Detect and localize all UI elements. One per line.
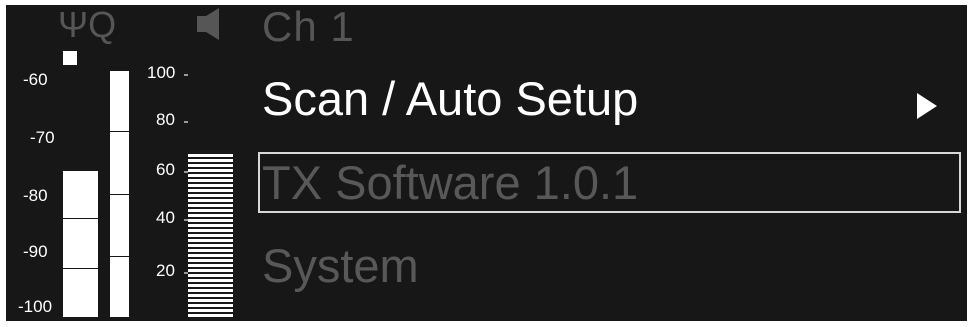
- peak-indicator: [63, 51, 77, 65]
- antenna-icon: ΨQ: [58, 5, 117, 45]
- menu-item-tx-software[interactable]: TX Software 1.0.1: [262, 155, 638, 211]
- rf-level-gauge: [188, 154, 233, 317]
- af-level-bar: [63, 171, 98, 317]
- status-bar: ΨQ Ch 1: [6, 5, 967, 57]
- rf-scale-label: 100: [147, 63, 176, 82]
- speaker-mute-icon: [197, 8, 219, 40]
- rf-scale-label: 60: [156, 160, 175, 179]
- device-display: ΨQ Ch 1 -60 -70 -80 -90 -100 100 80 60 4…: [6, 5, 967, 321]
- af-scale-label: -60: [23, 70, 48, 89]
- rf-scale-tick: [184, 74, 188, 76]
- af-scale-label: -90: [23, 242, 48, 261]
- af-scale-label: -80: [23, 186, 48, 205]
- af-scale-label: -100: [18, 297, 53, 316]
- menu-item-system[interactable]: System: [262, 238, 419, 294]
- channel-label: Ch 1: [262, 5, 355, 50]
- rf-scale-label: 20: [156, 261, 175, 280]
- rf-scale-label: 80: [156, 110, 175, 129]
- af-scale-label: -70: [30, 128, 55, 147]
- rf-scale-tick: [184, 121, 188, 123]
- rf-scale-label: 40: [156, 208, 175, 227]
- chevron-right-icon[interactable]: [917, 93, 937, 119]
- reference-meter-bar: [110, 71, 129, 317]
- menu-item-scan-auto-setup[interactable]: Scan / Auto Setup: [262, 71, 638, 127]
